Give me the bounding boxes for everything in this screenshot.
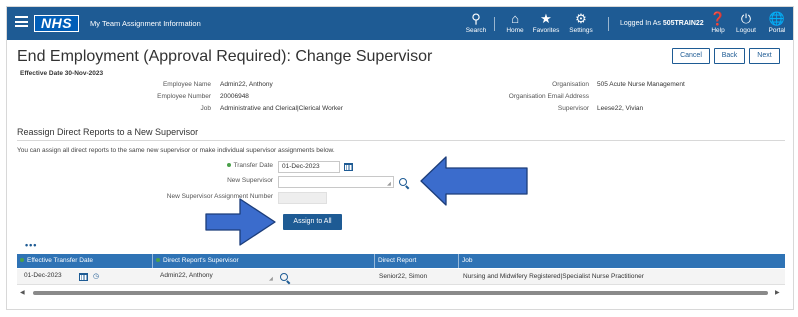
job-cell: Nursing and Midwifery Registered|Special… (463, 273, 644, 280)
effective-date: Effective Date 30-Nov-2023 (20, 70, 104, 77)
hamburger-menu-icon[interactable] (15, 16, 28, 27)
job-value: Administrative and Clerical|Clerical Wor… (220, 105, 343, 112)
app-title: My Team Assignment Information (90, 19, 201, 28)
scrollbar-thumb[interactable] (33, 291, 768, 295)
nav-logout[interactable]: ⏻ Logout (734, 11, 758, 34)
nav-help-label: Help (711, 27, 725, 34)
schedule-icon[interactable]: ◷ (93, 269, 99, 285)
employee-name-label: Employee Name (162, 81, 211, 88)
search-icon[interactable] (280, 273, 288, 281)
transfer-date-label: Transfer Date (167, 162, 273, 169)
nav-search-label: Search (465, 27, 487, 34)
nav-settings-label: Settings (569, 27, 593, 34)
table-header: Effective Transfer Date Direct Report's … (17, 254, 785, 268)
column-header-label: Effective Transfer Date (27, 257, 93, 264)
organisation-value: 505 Acute Nurse Management (597, 81, 685, 88)
app-frame: NHS My Team Assignment Information ⚲ Sea… (6, 6, 794, 310)
gear-icon: ⚙ (575, 11, 587, 26)
nav-separator (494, 17, 495, 31)
transfer-date-label-text: Transfer Date (233, 162, 274, 169)
cancel-button[interactable]: Cancel (672, 48, 710, 64)
power-icon: ⏻ (740, 11, 752, 26)
dropdown-arrow-icon[interactable]: ◢ (387, 181, 391, 187)
logged-in-user: 505TRAIN22 (662, 20, 704, 27)
logged-in-prefix: Logged In As (620, 20, 661, 27)
row-supervisor-input[interactable]: Admin22, Anthony (157, 271, 275, 283)
nhs-logo: NHS (34, 15, 79, 32)
assign-to-all-button[interactable]: Assign to All (283, 214, 342, 230)
reassign-instruction: You can assign all direct reports to the… (17, 147, 335, 154)
job-label: Job (200, 105, 211, 112)
section-title: Reassign Direct Reports to a New Supervi… (17, 127, 199, 137)
star-icon: ★ (540, 11, 552, 26)
nav-search[interactable]: ⚲ Search (463, 11, 489, 34)
new-supervisor-input[interactable] (278, 176, 394, 188)
employee-number-label: Employee Number (157, 93, 211, 100)
column-header-label: Direct Report's Supervisor (163, 257, 239, 264)
home-icon: ⌂ (511, 11, 519, 26)
employee-name: Admin22, Anthony (220, 81, 273, 88)
column-header[interactable]: Direct Report's Supervisor (153, 254, 375, 268)
organisation-label: Organisation (552, 81, 589, 88)
help-icon: ❓ (709, 11, 727, 26)
employee-number: 20006948 (220, 93, 249, 100)
logged-in-as: Logged In As 505TRAIN22 (620, 20, 704, 27)
dropdown-arrow-icon[interactable]: ◢ (269, 276, 273, 282)
horizontal-scrollbar[interactable]: ◀ ▶ (17, 289, 785, 297)
nav-home-label: Home (506, 27, 524, 34)
nav-separator (608, 17, 609, 31)
org-email-label: Organisation Email Address (508, 93, 589, 100)
required-indicator (20, 258, 24, 263)
new-supervisor-assignment-label: New Supervisor Assignment Number (166, 193, 273, 200)
nav-portal[interactable]: 🌐 Portal (765, 11, 789, 34)
transfer-date-input[interactable]: 01-Dec-2023 (278, 161, 340, 173)
new-supervisor-assignment-input (278, 192, 327, 204)
supervisor-label: Supervisor (557, 105, 589, 112)
scroll-right-icon[interactable]: ▶ (775, 289, 780, 297)
column-header[interactable]: Direct Report (375, 254, 459, 268)
search-icon: ⚲ (471, 11, 481, 26)
table-row: 01-Dec-2023 ◷ Admin22, Anthony ◢ Senior2… (17, 269, 785, 285)
nav-favorites-label: Favorites (532, 27, 560, 34)
back-button[interactable]: Back (714, 48, 745, 64)
column-header[interactable]: Job (459, 254, 785, 268)
nav-home[interactable]: ⌂ Home (504, 11, 526, 34)
calendar-icon[interactable] (79, 273, 88, 281)
nav-favorites[interactable]: ★ Favorites (531, 11, 561, 34)
required-indicator (226, 163, 231, 168)
nav-help[interactable]: ❓ Help (709, 11, 727, 34)
nav-logout-label: Logout (736, 27, 756, 34)
column-header[interactable]: Effective Transfer Date (17, 254, 153, 268)
search-icon[interactable] (399, 178, 407, 186)
section-divider (17, 140, 785, 141)
top-bar: NHS My Team Assignment Information ⚲ Sea… (7, 7, 793, 40)
nav-settings[interactable]: ⚙ Settings (567, 11, 595, 34)
supervisor-value: Leese22, Vivian (597, 105, 644, 112)
row-transfer-date-input[interactable]: 01-Dec-2023 (21, 271, 73, 283)
nav-portal-label: Portal (768, 27, 786, 34)
required-indicator (156, 258, 160, 263)
new-supervisor-label: New Supervisor (227, 177, 273, 184)
scroll-left-icon[interactable]: ◀ (20, 289, 25, 297)
next-button[interactable]: Next (749, 48, 780, 64)
calendar-icon[interactable] (344, 163, 353, 171)
more-options-icon[interactable]: ••• (25, 241, 37, 250)
direct-report-cell: Senior22, Simon (379, 273, 428, 280)
globe-icon: 🌐 (768, 11, 786, 26)
page-title: End Employment (Approval Required): Chan… (17, 48, 433, 65)
